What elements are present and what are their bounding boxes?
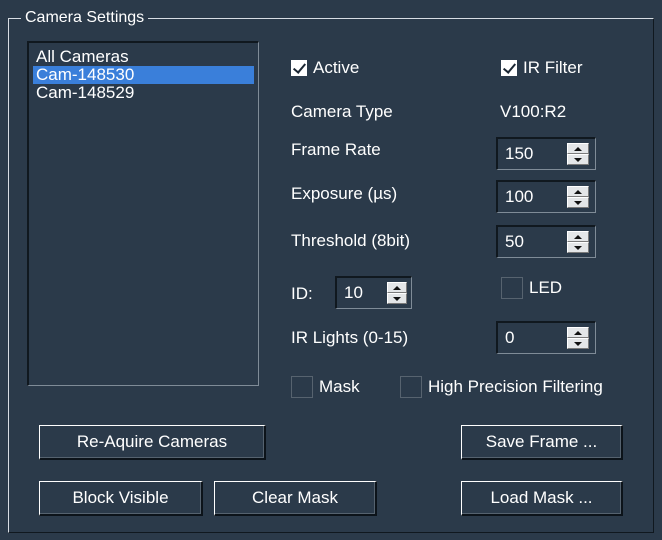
active-checkbox[interactable]: Active — [291, 58, 359, 78]
reacquire-cameras-button[interactable]: Re-Aquire Cameras — [39, 425, 266, 460]
frame-rate-value[interactable]: 150 — [498, 144, 567, 164]
mask-check-box[interactable] — [291, 376, 313, 398]
high-precision-check-box[interactable] — [400, 376, 422, 398]
clear-mask-button[interactable]: Clear Mask — [214, 481, 377, 516]
id-label: ID: — [291, 284, 313, 303]
camera-list-item-selected[interactable]: Cam-148530 — [33, 66, 254, 84]
exposure-label: Exposure (µs) — [291, 184, 398, 203]
spin-down-icon[interactable] — [567, 154, 589, 165]
camera-settings-panel: Camera Settings All Cameras Cam-148530 C… — [0, 0, 662, 540]
id-value[interactable]: 10 — [337, 283, 387, 303]
exposure-spin-buttons[interactable] — [567, 186, 589, 208]
frame-rate-label: Frame Rate — [291, 140, 381, 159]
spin-up-icon[interactable] — [567, 143, 589, 154]
ir-lights-value[interactable]: 0 — [498, 328, 567, 348]
spin-up-icon[interactable] — [567, 327, 589, 338]
threshold-spinner[interactable]: 50 — [496, 225, 596, 258]
threshold-spin-buttons[interactable] — [567, 231, 589, 253]
led-check-box[interactable] — [501, 277, 523, 299]
high-precision-checkbox[interactable]: High Precision Filtering — [400, 376, 603, 398]
load-mask-button[interactable]: Load Mask ... — [461, 481, 623, 516]
frame-rate-spin-buttons[interactable] — [567, 143, 589, 165]
active-label: Active — [313, 58, 360, 77]
high-precision-label: High Precision Filtering — [428, 377, 603, 396]
ir-filter-checkbox[interactable]: IR Filter — [501, 58, 583, 78]
ir-filter-label: IR Filter — [523, 58, 583, 77]
camera-type-label: Camera Type — [291, 102, 393, 121]
camera-list-item[interactable]: Cam-148529 — [33, 84, 254, 102]
camera-list-item-all[interactable]: All Cameras — [33, 48, 254, 66]
camera-list[interactable]: All Cameras Cam-148530 Cam-148529 — [27, 41, 259, 386]
spin-up-icon[interactable] — [387, 282, 407, 293]
id-spinner[interactable]: 10 — [335, 276, 412, 309]
id-spin-buttons[interactable] — [387, 282, 407, 304]
ir-lights-spinner[interactable]: 0 — [496, 321, 596, 354]
spin-up-icon[interactable] — [567, 186, 589, 197]
ir-filter-check-box[interactable] — [501, 60, 517, 76]
threshold-value[interactable]: 50 — [498, 232, 567, 252]
camera-type-value: V100:R2 — [500, 102, 567, 121]
spin-down-icon[interactable] — [567, 197, 589, 208]
exposure-spinner[interactable]: 100 — [496, 180, 596, 213]
frame-rate-spinner[interactable]: 150 — [496, 137, 596, 170]
save-frame-button[interactable]: Save Frame ... — [461, 425, 623, 460]
mask-label: Mask — [319, 377, 360, 396]
led-label: LED — [529, 278, 563, 297]
spin-down-icon[interactable] — [567, 242, 589, 253]
group-title: Camera Settings — [21, 9, 149, 27]
mask-checkbox[interactable]: Mask — [291, 376, 360, 398]
spin-down-icon[interactable] — [387, 293, 407, 304]
spin-up-icon[interactable] — [567, 231, 589, 242]
spin-down-icon[interactable] — [567, 338, 589, 349]
active-check-box[interactable] — [291, 60, 307, 76]
ir-lights-label: IR Lights (0-15) — [291, 328, 409, 347]
exposure-value[interactable]: 100 — [498, 187, 567, 207]
block-visible-button[interactable]: Block Visible — [39, 481, 203, 516]
led-checkbox[interactable]: LED — [501, 277, 562, 299]
threshold-label: Threshold (8bit) — [291, 231, 411, 250]
ir-lights-spin-buttons[interactable] — [567, 327, 589, 349]
